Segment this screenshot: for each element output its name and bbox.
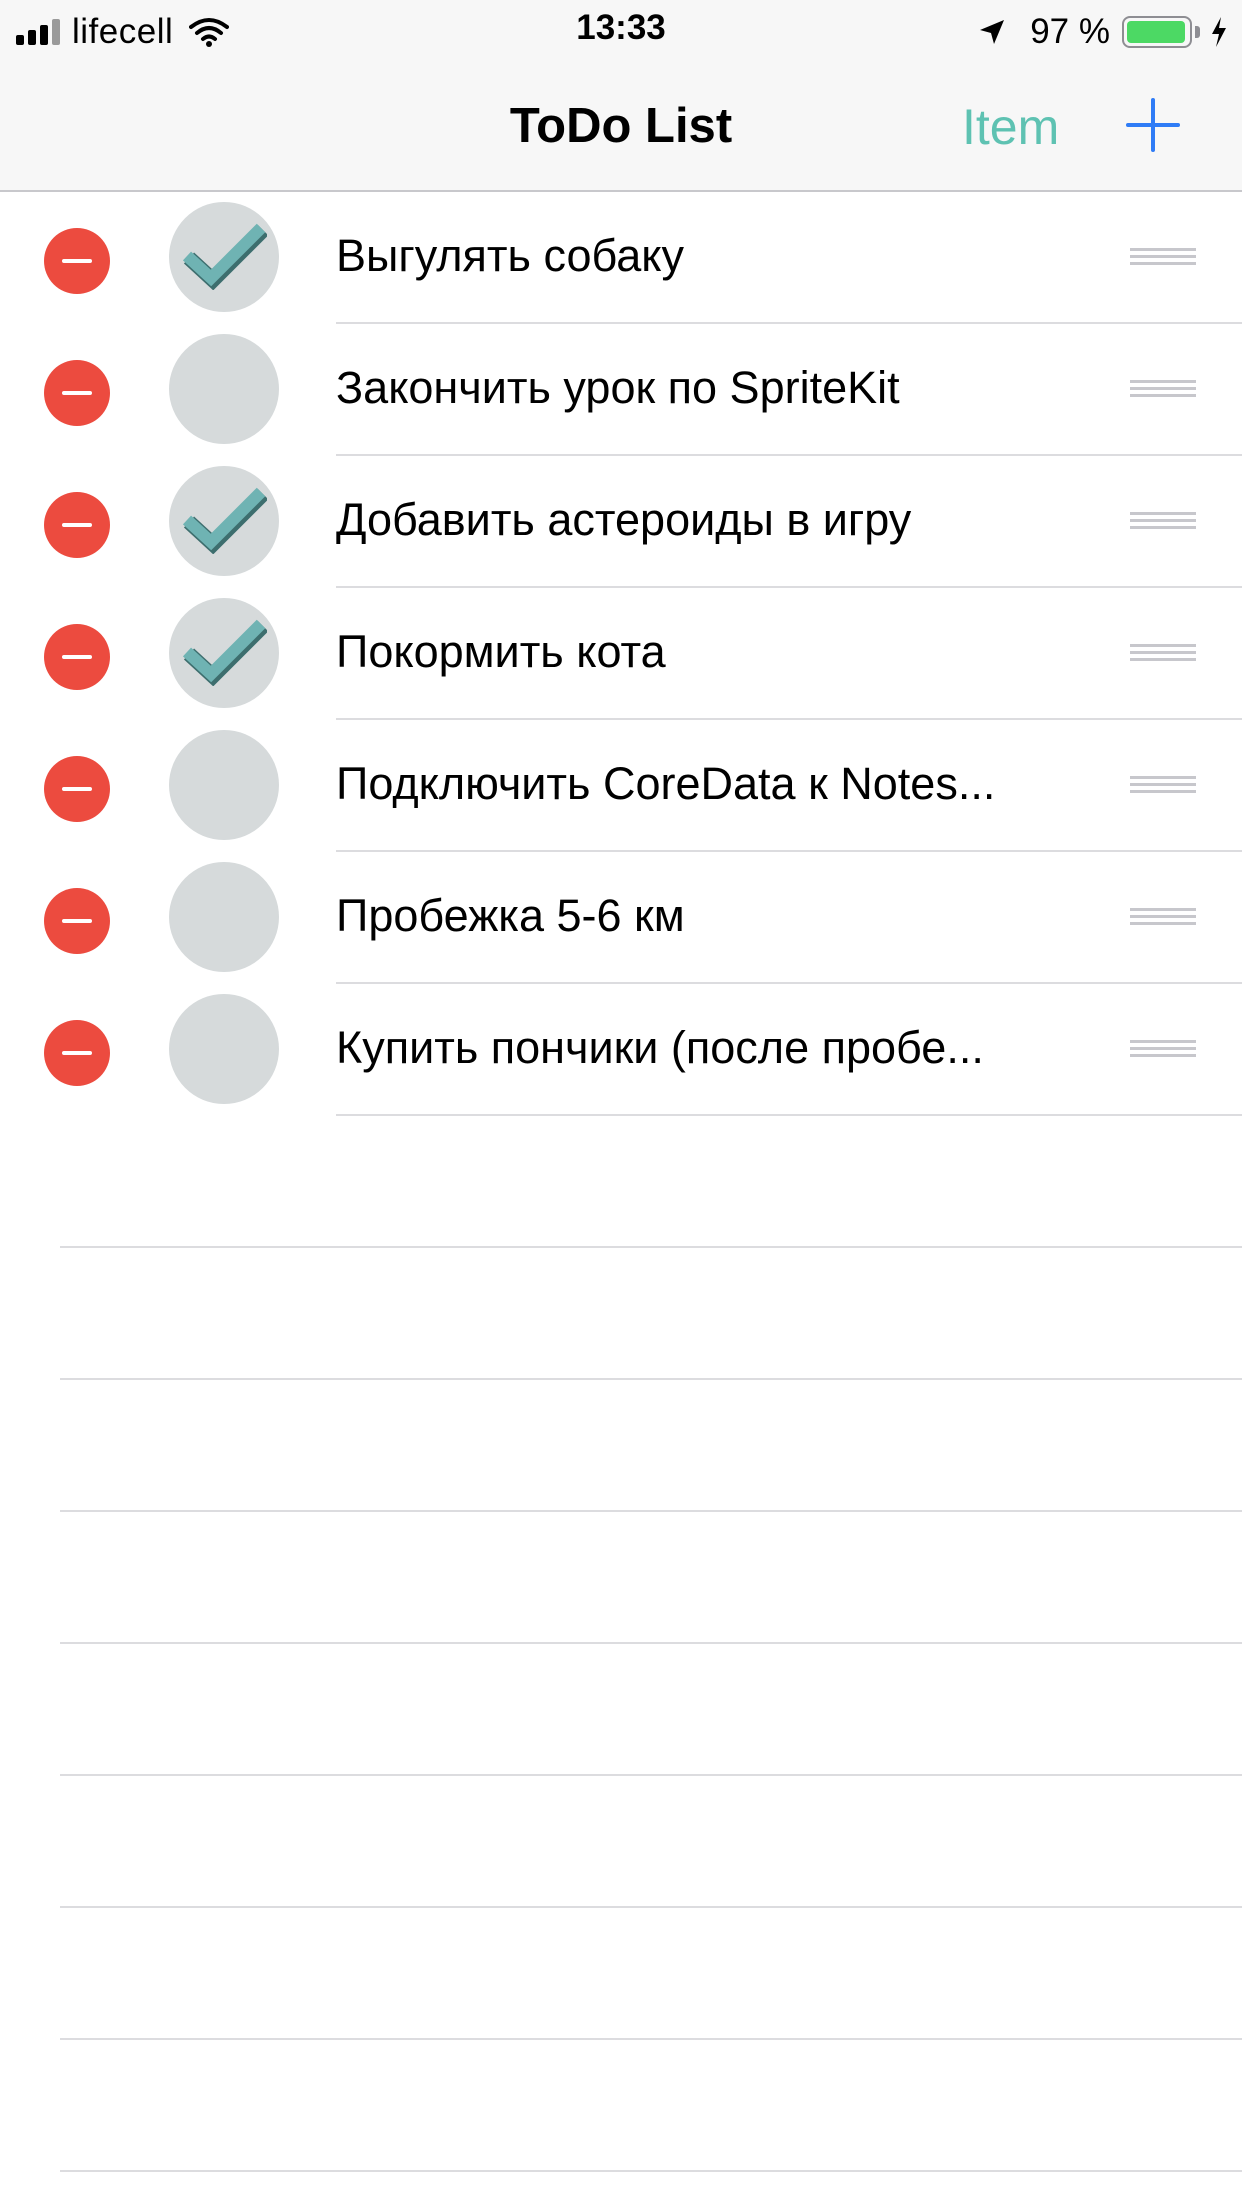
empty-rows [0,1116,1242,2172]
checked-toggle[interactable] [169,466,279,576]
reorder-handle-icon[interactable] [1130,1040,1196,1062]
delete-button[interactable] [44,888,110,954]
task-title: Добавить астероиды в игру [336,494,912,545]
empty-row-separator [0,1248,1242,1380]
minus-icon [62,259,92,263]
delete-button[interactable] [44,228,110,294]
reorder-handle-icon[interactable] [1130,908,1196,930]
reorder-handle-icon[interactable] [1130,644,1196,666]
reorder-handle-icon[interactable] [1130,380,1196,402]
checkmark-icon [182,487,267,554]
empty-row-separator [0,2040,1242,2172]
charging-bolt-icon [1212,17,1226,47]
task-row[interactable]: Выгулять собаку [0,192,1242,324]
task-title: Покормить кота [336,626,666,677]
minus-icon [62,919,92,923]
empty-row-separator [0,1512,1242,1644]
unchecked-toggle[interactable] [169,730,279,840]
status-bar: lifecell 13:33 97 % [0,0,1242,62]
task-row[interactable]: Добавить астероиды в игру [0,456,1242,588]
task-row[interactable]: Купить пончики (после пробе... [0,984,1242,1116]
delete-button[interactable] [44,1020,110,1086]
empty-row-separator [0,1776,1242,1908]
delete-button[interactable] [44,492,110,558]
battery-tip [1195,26,1200,38]
item-button[interactable]: Item [962,98,1059,156]
top-bar: lifecell 13:33 97 % ToDo List Item [0,0,1242,192]
minus-icon [62,391,92,395]
right-status-group: 97 % [978,10,1228,54]
unchecked-toggle[interactable] [169,862,279,972]
task-title: Пробежка 5-6 км [336,890,685,941]
task-row[interactable]: Пробежка 5-6 км [0,852,1242,984]
battery-fill [1127,21,1186,43]
delete-button[interactable] [44,756,110,822]
delete-button[interactable] [44,360,110,426]
todo-screen: lifecell 13:33 97 % ToDo List Item Выгул… [0,0,1242,2208]
add-button[interactable] [1126,98,1180,152]
unchecked-toggle[interactable] [169,994,279,1104]
minus-icon [62,655,92,659]
navigation-bar: ToDo List Item [0,62,1242,192]
reorder-handle-icon[interactable] [1130,248,1196,270]
task-row[interactable]: Закончить урок по SpriteKit [0,324,1242,456]
empty-row-separator [0,1380,1242,1512]
checkmark-icon [182,223,267,290]
reorder-handle-icon[interactable] [1130,776,1196,798]
checked-toggle[interactable] [169,598,279,708]
checkmark-icon [182,619,267,686]
minus-icon [62,787,92,791]
empty-row-separator [0,1116,1242,1248]
task-title: Подключить CoreData к Notes... [336,758,996,809]
task-title: Выгулять собаку [336,230,684,281]
location-arrow-icon [980,20,1005,44]
battery-icon [1122,16,1192,48]
task-title: Закончить урок по SpriteKit [336,362,900,413]
task-row[interactable]: Покормить кота [0,588,1242,720]
minus-icon [62,1051,92,1055]
task-title: Купить пончики (после пробе... [336,1022,984,1073]
minus-icon [62,523,92,527]
empty-row-separator [0,1908,1242,2040]
unchecked-toggle[interactable] [169,334,279,444]
battery-percentage: 97 % [1030,12,1110,51]
empty-row-separator [0,1644,1242,1776]
checked-toggle[interactable] [169,202,279,312]
reorder-handle-icon[interactable] [1130,512,1196,534]
task-row[interactable]: Подключить CoreData к Notes... [0,720,1242,852]
delete-button[interactable] [44,624,110,690]
task-list: Выгулять собаку Закончить урок по SpriteK… [0,192,1242,1116]
